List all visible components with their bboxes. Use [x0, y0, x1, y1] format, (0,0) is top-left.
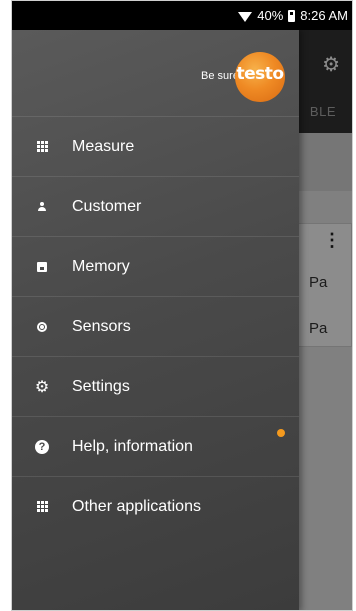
menu-item-other-applications[interactable]: Other applications — [12, 476, 299, 536]
battery-percent: 40% — [257, 8, 284, 23]
notification-dot — [277, 429, 285, 437]
menu-item-help[interactable]: ? Help, information — [12, 416, 299, 476]
status-bar: 40% 8:26 AM — [12, 1, 352, 30]
help-icon: ? — [12, 439, 72, 454]
menu-item-label: Sensors — [72, 317, 131, 335]
sensor-icon — [12, 321, 72, 332]
menu-item-label: Customer — [72, 197, 142, 215]
menu-item-customer[interactable]: Customer — [12, 176, 299, 236]
wifi-icon — [238, 11, 253, 22]
logo-text: testo — [236, 64, 284, 84]
grid-icon — [12, 141, 72, 152]
drawer-header: Be sure. testo — [12, 30, 299, 116]
gear-icon: ⚙ — [34, 378, 50, 396]
menu-item-settings[interactable]: ⚙ Settings — [12, 356, 299, 416]
menu-item-label: Other applications — [72, 497, 201, 515]
menu-item-label: Memory — [72, 257, 130, 275]
person-icon — [12, 201, 72, 212]
navigation-drawer: Be sure. testo Measure Customer Memory S… — [12, 30, 299, 610]
menu-item-label: Settings — [72, 377, 130, 395]
menu-item-label: Help, information — [72, 437, 193, 455]
menu-item-memory[interactable]: Memory — [12, 236, 299, 296]
menu-item-sensors[interactable]: Sensors — [12, 296, 299, 356]
app-frame: 40% 8:26 AM ⚙ BLE ⋮ Pa Pa Be sure. testo… — [11, 0, 353, 611]
battery-icon — [288, 9, 296, 22]
menu-item-label: Measure — [72, 137, 135, 155]
clock: 8:26 AM — [300, 8, 348, 23]
menu-item-measure[interactable]: Measure — [12, 116, 299, 176]
floppy-disk-icon — [12, 261, 72, 272]
grid-icon — [12, 501, 72, 512]
drawer-menu: Measure Customer Memory Sensors ⚙ Settin… — [12, 116, 299, 536]
